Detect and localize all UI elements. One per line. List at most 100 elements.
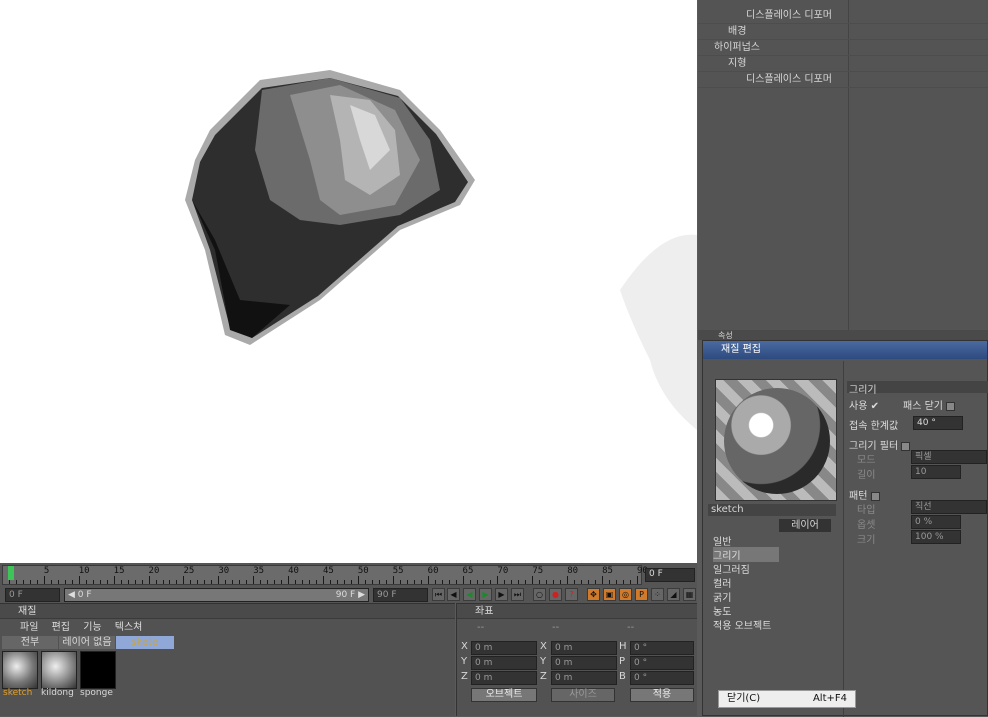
ruler-tick bbox=[581, 580, 583, 584]
material-editor-titlebar[interactable]: 재질 편집 bbox=[703, 341, 987, 359]
menu-icon[interactable]: ▦ bbox=[683, 588, 696, 601]
go-start-icon[interactable]: ⏮ bbox=[432, 588, 445, 601]
curve-icon[interactable]: ◢ bbox=[667, 588, 680, 601]
menu-texture[interactable]: 텍스쳐 bbox=[115, 622, 143, 633]
3d-viewport[interactable] bbox=[0, 0, 697, 563]
ruler-tick bbox=[99, 580, 101, 584]
object-row[interactable]: 디스플레이스 디포머 bbox=[698, 72, 988, 88]
material-menu: 파일 편집 기능 텍스쳐 bbox=[0, 620, 455, 635]
pos-z-field[interactable]: 0 m bbox=[471, 671, 537, 685]
apply-button[interactable]: 적용 bbox=[630, 688, 694, 702]
ruler-label: 50 bbox=[357, 566, 369, 576]
type-dropdown[interactable]: 직선 bbox=[911, 500, 987, 514]
material-name-field[interactable]: sketch bbox=[708, 504, 836, 516]
size-z-field[interactable]: 0 m bbox=[551, 671, 617, 685]
ruler-tick bbox=[267, 580, 269, 584]
play-icon[interactable]: ▶ bbox=[479, 588, 492, 601]
ruler-tick bbox=[92, 580, 94, 584]
nav-draw[interactable]: 그리기 bbox=[713, 547, 779, 562]
offset-field[interactable]: 0 % bbox=[911, 515, 961, 529]
swatch-kildong[interactable] bbox=[41, 651, 77, 689]
playhead[interactable] bbox=[8, 566, 14, 580]
filter-no-layer[interactable]: 레이어 없음 bbox=[59, 636, 115, 649]
prev-key-icon[interactable]: ◀ bbox=[447, 588, 460, 601]
go-end-icon[interactable]: ⏭ bbox=[511, 588, 524, 601]
nav-thickness[interactable]: 굵기 bbox=[713, 589, 731, 604]
ruler-tick bbox=[239, 580, 241, 584]
menu-function[interactable]: 기능 bbox=[83, 622, 101, 633]
use-checkbox[interactable]: 사용 ✔ bbox=[849, 397, 879, 412]
object-row[interactable]: 디스플레이스 디포머 bbox=[698, 8, 988, 24]
next-key-icon[interactable]: ▶ bbox=[495, 588, 508, 601]
swatch-sponge[interactable] bbox=[80, 651, 116, 689]
move-key-icon[interactable]: ✥ bbox=[587, 588, 600, 601]
pos-x-field[interactable]: 0 m bbox=[471, 641, 537, 655]
draw-filter-label[interactable]: 그리기 필터 bbox=[849, 437, 911, 452]
swatch-sponge-label: sponge bbox=[80, 688, 113, 698]
current-frame-field[interactable]: 0 F bbox=[645, 568, 695, 582]
ruler-tick bbox=[71, 580, 73, 584]
object-row[interactable]: 지형 bbox=[698, 56, 988, 72]
ruler-tick bbox=[532, 576, 534, 584]
start-frame-field[interactable]: 0 F bbox=[5, 588, 60, 602]
scale-key-icon[interactable]: ▣ bbox=[603, 588, 616, 601]
timeline-ruler[interactable]: 051015202530354045505560657075808590 bbox=[2, 565, 648, 585]
mode-size-dropdown[interactable]: 사이즈 bbox=[551, 688, 615, 702]
size-x-field[interactable]: 0 m bbox=[551, 641, 617, 655]
nav-color[interactable]: 컬러 bbox=[713, 575, 731, 590]
ruler-tick bbox=[323, 576, 324, 584]
ruler-tick bbox=[309, 580, 311, 584]
layer-button[interactable]: 레이어 bbox=[779, 519, 831, 532]
nav-apply-object[interactable]: 적용 오브젝트 bbox=[713, 617, 771, 632]
nav-opacity[interactable]: 농도 bbox=[713, 603, 731, 618]
pos-y-field[interactable]: 0 m bbox=[471, 656, 537, 670]
ruler-tick bbox=[64, 580, 66, 584]
context-menu-close[interactable]: 닫기(C) Alt+F4 bbox=[718, 690, 856, 708]
object-row[interactable]: 배경 bbox=[698, 24, 988, 40]
ruler-tick bbox=[281, 580, 283, 584]
point-key-icon[interactable]: ⁘ bbox=[651, 588, 664, 601]
ruler-tick bbox=[43, 576, 45, 584]
offset-label: 옵셋 bbox=[857, 520, 876, 531]
filter-sketch[interactable]: skete bbox=[116, 636, 174, 649]
ruler-label: 75 bbox=[532, 566, 544, 576]
mode-object-dropdown[interactable]: 오브젝트 bbox=[471, 688, 537, 702]
ruler-label: 85 bbox=[602, 566, 613, 576]
ruler-tick bbox=[490, 580, 492, 584]
size-y-field[interactable]: 0 m bbox=[551, 656, 617, 670]
rot-h-field[interactable]: 0 ° bbox=[630, 641, 694, 655]
close-path-checkbox[interactable]: 패스 닫기 bbox=[903, 397, 956, 412]
rotate-key-icon[interactable]: ◎ bbox=[619, 588, 632, 601]
nav-general[interactable]: 일반 bbox=[713, 533, 731, 548]
swatch-sketch[interactable] bbox=[2, 651, 38, 689]
param-key-icon[interactable]: P bbox=[635, 588, 648, 601]
ruler-tick bbox=[176, 580, 178, 584]
material-panel-title: 재질 bbox=[0, 604, 455, 619]
size-field[interactable]: 100 % bbox=[911, 530, 961, 544]
material-preview[interactable] bbox=[715, 379, 837, 501]
menu-edit[interactable]: 편집 bbox=[52, 622, 70, 633]
rot-b-field[interactable]: 0 ° bbox=[630, 671, 694, 685]
rot-p-field[interactable]: 0 ° bbox=[630, 656, 694, 670]
ruler-tick bbox=[406, 580, 408, 584]
ruler-tick bbox=[623, 580, 625, 584]
record-icon[interactable]: ○ bbox=[533, 588, 546, 601]
object-row[interactable]: 하이퍼넙스 bbox=[698, 40, 988, 56]
filter-all[interactable]: 전부 bbox=[2, 636, 58, 649]
ruler-tick bbox=[427, 576, 429, 584]
length-field[interactable]: 10 bbox=[911, 465, 961, 479]
end-frame-field[interactable]: 90 F bbox=[373, 588, 428, 602]
mode-dropdown[interactable]: 픽셀 bbox=[911, 450, 987, 464]
range-slider[interactable]: ◀ 0 F 90 F ▶ bbox=[64, 588, 369, 602]
timeline[interactable]: 051015202530354045505560657075808590 0 F… bbox=[0, 563, 697, 603]
play-back-icon[interactable]: ◀ bbox=[463, 588, 476, 601]
menu-file[interactable]: 파일 bbox=[20, 622, 38, 633]
ruler-label: 60 bbox=[427, 566, 439, 576]
keyframe-icon[interactable]: ? bbox=[565, 588, 578, 601]
threshold-field[interactable]: 40 ° bbox=[913, 416, 963, 430]
ruler-tick bbox=[211, 580, 213, 584]
autokey-icon[interactable]: ● bbox=[549, 588, 562, 601]
nav-distortion[interactable]: 일그러짐 bbox=[713, 561, 750, 576]
ruler-tick bbox=[483, 580, 485, 584]
pattern-label[interactable]: 패턴 bbox=[849, 487, 880, 502]
